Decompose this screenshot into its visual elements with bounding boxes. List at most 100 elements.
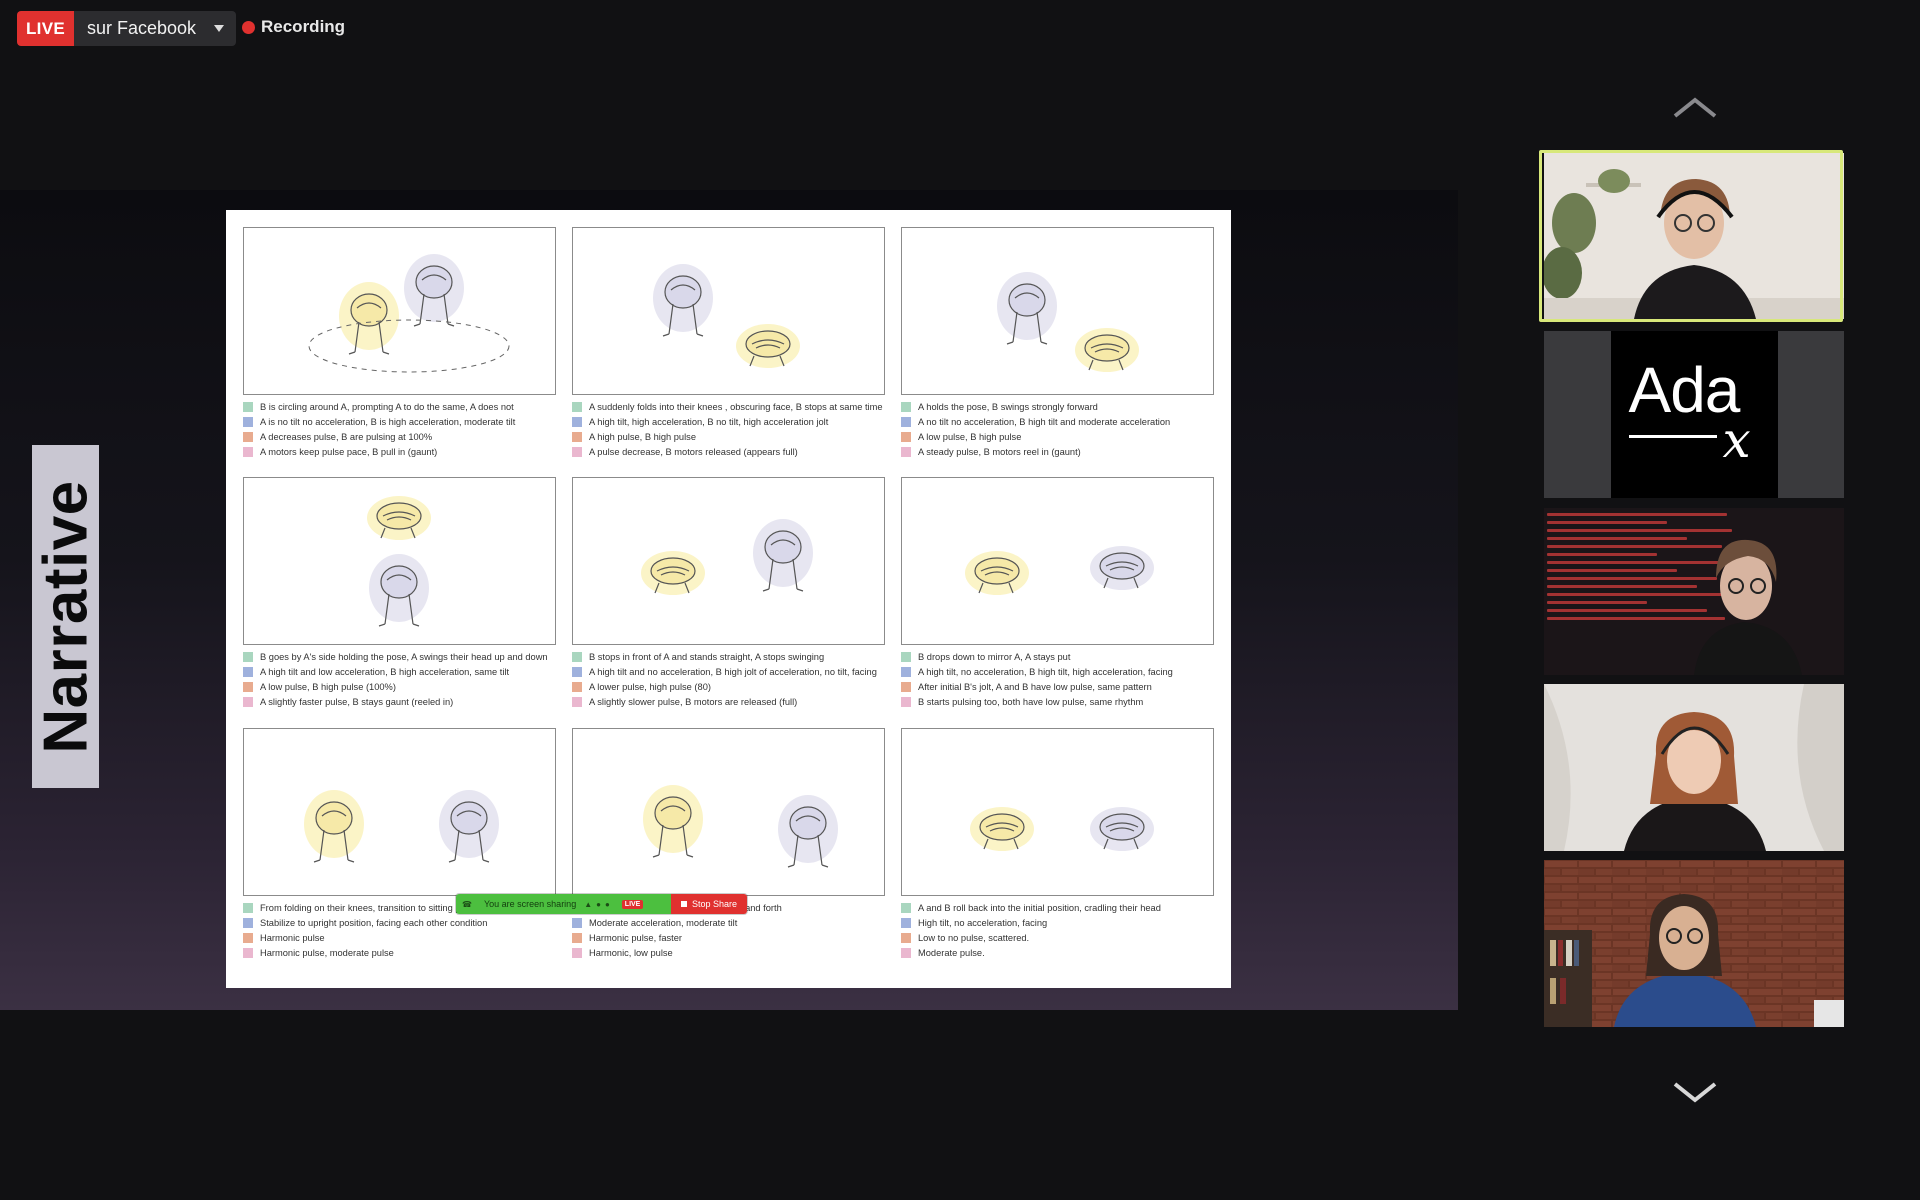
panel-illustration	[572, 728, 885, 896]
legend-row: Moderate pulse.	[901, 946, 1215, 961]
legend-swatch	[243, 932, 253, 943]
legend-row: B drops down to mirror A, A stays put	[901, 649, 1215, 664]
legend-text: Harmonic pulse	[260, 932, 325, 943]
legend-swatch	[572, 948, 582, 959]
legend-swatch	[572, 401, 582, 412]
panel-illustration	[243, 477, 556, 645]
legend-row: A slightly slower pulse, B motors are re…	[572, 695, 886, 710]
legend-swatch	[243, 666, 253, 677]
legend-text: A is no tilt no acceleration, B is high …	[260, 416, 516, 427]
legend-text: A and B roll back into the initial posit…	[918, 902, 1161, 913]
legend-row: A high tilt and no acceleration, B high …	[572, 664, 886, 679]
legend-swatch	[901, 948, 911, 959]
legend-text: B goes by A's side holding the pose, A s…	[260, 651, 548, 662]
narrative-label: Narrative	[32, 479, 99, 754]
legend-row: A suddenly folds into their knees , obsc…	[572, 399, 886, 414]
recording-indicator[interactable]: Recording	[242, 17, 345, 37]
legend-text: A slightly slower pulse, B motors are re…	[589, 697, 798, 708]
legend-text: Harmonic pulse, faster	[589, 932, 683, 943]
legend-row: B stops in front of A and stands straigh…	[572, 649, 886, 664]
legend-row: B is circling around A, prompting A to d…	[243, 399, 557, 414]
storyboard-panel: B goes by A's side holding the pose, A s…	[243, 477, 557, 710]
panel-illustration	[243, 227, 556, 395]
chevron-down-icon[interactable]	[1672, 1080, 1718, 1104]
active-speaker-highlight	[1539, 150, 1843, 322]
storyboard-panel: B is circling around A, prompting A to d…	[243, 227, 557, 460]
shared-screen: Narrative B is circling around A, prompt…	[0, 190, 1458, 1010]
video-tile-ada-x[interactable]: Ada x	[1544, 331, 1844, 498]
legend-row: A steady pulse, B motors reel in (gaunt)	[901, 445, 1215, 460]
legend-text: A slightly faster pulse, B stays gaunt (…	[260, 697, 454, 708]
storyboard-panel: B stops in front of A and stands straigh…	[572, 477, 886, 710]
legend-text: A low pulse, B high pulse	[918, 431, 1022, 442]
legend-row: Moderate acceleration, moderate tilt	[572, 915, 886, 930]
legend-row: A lower pulse, high pulse (80)	[572, 679, 886, 694]
legend-row: High tilt, no acceleration, facing	[901, 915, 1215, 930]
legend-text: A motors keep pulse pace, B pull in (gau…	[260, 447, 438, 458]
legend-swatch	[572, 697, 582, 708]
legend-swatch	[572, 932, 582, 943]
chevron-up-icon[interactable]	[1672, 96, 1718, 120]
legend-swatch	[572, 666, 582, 677]
legend-swatch	[901, 697, 911, 708]
legend-row: A high tilt, high acceleration, B no til…	[572, 414, 886, 429]
legend-swatch	[901, 666, 911, 677]
panel-legend: A suddenly folds into their knees , obsc…	[572, 399, 886, 460]
video-tile-participant-5[interactable]	[1544, 860, 1844, 1027]
video-tile-participant-3[interactable]	[1544, 508, 1844, 675]
legend-text: B is circling around A, prompting A to d…	[260, 401, 514, 412]
panel-legend: A and B roll back into the initial posit…	[901, 900, 1215, 961]
legend-swatch	[901, 917, 911, 928]
participant-video	[1694, 539, 1802, 675]
legend-text: A high tilt, high acceleration, B no til…	[589, 416, 829, 427]
legend-row: B starts pulsing too, both have low puls…	[901, 695, 1215, 710]
legend-swatch	[572, 681, 582, 692]
legend-swatch	[243, 651, 253, 662]
stop-share-button[interactable]: Stop Share	[671, 894, 748, 914]
storyboard-panel: A and B roll back into the initial posit…	[901, 728, 1215, 961]
video-tile-participant-4[interactable]	[1544, 684, 1844, 851]
legend-row: A pulse decrease, B motors released (app…	[572, 445, 886, 460]
legend-text: Harmonic pulse, moderate pulse	[260, 948, 394, 959]
legend-row: Stabilize to upright position, facing ea…	[243, 915, 557, 930]
legend-swatch	[243, 948, 253, 959]
panel-legend: B goes by A's side holding the pose, A s…	[243, 649, 557, 710]
live-stream-indicator[interactable]: LIVE sur Facebook	[17, 11, 237, 46]
storyboard-panel: From folding on their knees, transition …	[243, 728, 557, 961]
live-destination-dropdown[interactable]: sur Facebook	[74, 11, 237, 46]
legend-text: B drops down to mirror A, A stays put	[918, 651, 1071, 662]
legend-swatch	[243, 917, 253, 928]
storyboard-panel: A holds the pose, B swings strongly forw…	[901, 227, 1215, 460]
live-badge: LIVE	[17, 11, 74, 46]
legend-swatch	[901, 401, 911, 412]
storyboard-panel: A and B alternate gently rocking back an…	[572, 728, 886, 961]
legend-row: A low pulse, B high pulse (100%)	[243, 679, 557, 694]
legend-text: After initial B's jolt, A and B have low…	[918, 681, 1152, 692]
panel-legend: B stops in front of A and stands straigh…	[572, 649, 886, 710]
legend-row: Harmonic pulse, faster	[572, 930, 886, 945]
recording-dot-icon	[242, 20, 255, 34]
audio-icon[interactable]: ▲●●	[584, 900, 614, 909]
legend-text: A decreases pulse, B are pulsing at 100%	[260, 431, 433, 442]
live-destination-label: sur Facebook	[87, 18, 197, 38]
legend-swatch	[901, 431, 911, 442]
storyboard-slide: B is circling around A, prompting A to d…	[226, 210, 1231, 988]
legend-swatch	[572, 917, 582, 928]
panel-legend: B is circling around A, prompting A to d…	[243, 399, 557, 460]
legend-row: A and B roll back into the initial posit…	[901, 900, 1215, 915]
storyboard-panel: B drops down to mirror A, A stays put A h…	[901, 477, 1215, 710]
screen-share-status[interactable]: ☎ You are screen sharing ▲●● LIVE	[456, 894, 671, 914]
legend-text: A high tilt, no acceleration, B high til…	[918, 666, 1173, 677]
legend-row: A holds the pose, B swings strongly forw…	[901, 399, 1215, 414]
screen-share-bar[interactable]: ☎ You are screen sharing ▲●● LIVE Stop S…	[456, 894, 748, 914]
legend-swatch	[243, 401, 253, 412]
legend-row: Low to no pulse, scattered.	[901, 930, 1215, 945]
legend-row: A low pulse, B high pulse	[901, 429, 1215, 444]
legend-text: A pulse decrease, B motors released (app…	[589, 447, 798, 458]
legend-text: Harmonic, low pulse	[589, 948, 673, 959]
legend-swatch	[572, 416, 582, 427]
legend-row: A no tilt no acceleration, B high tilt a…	[901, 414, 1215, 429]
legend-text: A high tilt and no acceleration, B high …	[589, 666, 877, 677]
legend-swatch	[901, 932, 911, 943]
legend-text: Moderate pulse.	[918, 948, 985, 959]
